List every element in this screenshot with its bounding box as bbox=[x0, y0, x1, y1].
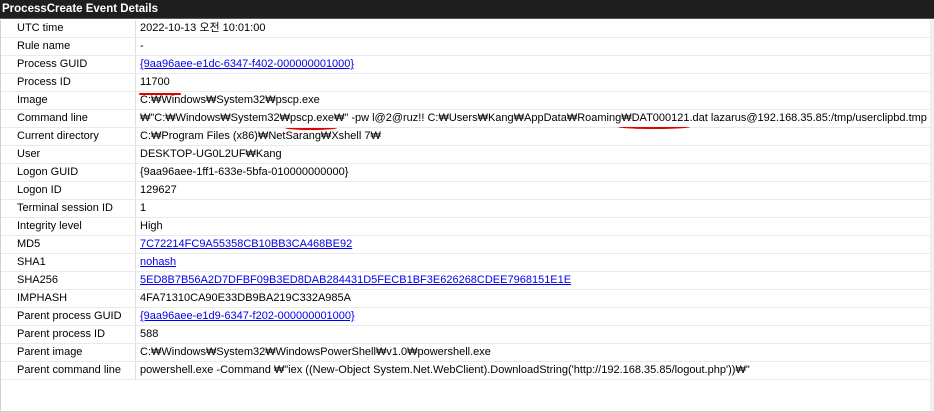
detail-key: Logon ID bbox=[17, 184, 62, 196]
detail-row: Process GUID {9aa96aee-e1dc-6347-f402-000… bbox=[1, 56, 934, 74]
detail-row: Integrity level High bbox=[1, 218, 934, 236]
detail-row: Parent image C:₩Windows₩System32₩WindowsP… bbox=[1, 344, 934, 362]
column-divider bbox=[135, 290, 136, 307]
details-table: UTC time 2022-10-13 오전 10:01:00 Rule name -… bbox=[0, 20, 934, 412]
column-divider bbox=[135, 272, 136, 289]
column-divider bbox=[135, 146, 136, 163]
detail-key: SHA256 bbox=[17, 274, 58, 286]
column-divider bbox=[135, 254, 136, 271]
detail-row: Parent process GUID {9aa96aee-e1d9-6347-f… bbox=[1, 308, 934, 326]
detail-row: MD5 7C72214FC9A55358CB10BB3CA468BE92 bbox=[1, 236, 934, 254]
detail-value: 4FA71310CA90E33DB9BA219C332A985A bbox=[140, 292, 351, 304]
detail-key: Logon GUID bbox=[17, 166, 79, 178]
detail-value: powershell.exe -Command ₩"iex ((New-Obje… bbox=[140, 364, 750, 376]
detail-row: User DESKTOP-UG0L2UF₩Kang bbox=[1, 146, 934, 164]
detail-row: Command line ₩"C:₩Windows₩System32₩pscp.e… bbox=[1, 110, 934, 128]
detail-key: Command line bbox=[17, 112, 88, 124]
detail-key: Process GUID bbox=[17, 58, 88, 70]
detail-value: {9aa96aee-1ff1-633e-5bfa-010000000000} bbox=[140, 166, 349, 178]
detail-key: Parent process GUID bbox=[17, 310, 122, 322]
column-divider bbox=[135, 74, 136, 91]
column-divider bbox=[135, 344, 136, 361]
detail-row: SHA1 nohash bbox=[1, 254, 934, 272]
column-divider bbox=[135, 182, 136, 199]
detail-key: Parent process ID bbox=[17, 328, 106, 340]
column-divider bbox=[135, 308, 136, 325]
detail-key: Current directory bbox=[17, 130, 99, 142]
detail-row: Logon ID 129627 bbox=[1, 182, 934, 200]
detail-value-link[interactable]: {9aa96aee-e1dc-6347-f402-000000001000} bbox=[140, 56, 354, 73]
detail-row: IMPHASH 4FA71310CA90E33DB9BA219C332A985A bbox=[1, 290, 934, 308]
column-divider bbox=[135, 128, 136, 145]
window-title: ProcessCreate Event Details bbox=[0, 0, 934, 19]
detail-value: 129627 bbox=[140, 184, 177, 196]
detail-row: Parent process ID 588 bbox=[1, 326, 934, 344]
detail-row: SHA256 5ED8B7B56A2D7DFBF09B3ED8DAB284431D… bbox=[1, 272, 934, 290]
detail-value-link[interactable]: 7C72214FC9A55358CB10BB3CA468BE92 bbox=[140, 236, 352, 253]
detail-value: ₩"C:₩Windows₩System32₩pscp.exe₩" -pw l@2… bbox=[140, 112, 927, 124]
detail-value: DESKTOP-UG0L2UF₩Kang bbox=[140, 148, 282, 160]
column-divider bbox=[135, 362, 136, 379]
detail-key: Image bbox=[17, 94, 48, 106]
detail-row: Parent command line powershell.exe -Comma… bbox=[1, 362, 934, 380]
detail-value-link[interactable]: 5ED8B7B56A2D7DFBF09B3ED8DAB284431D5FECB1… bbox=[140, 272, 571, 289]
detail-row: Current directory C:₩Program Files (x86)₩… bbox=[1, 128, 934, 146]
detail-key: Rule name bbox=[17, 40, 71, 52]
detail-key: Parent command line bbox=[17, 364, 121, 376]
detail-key: IMPHASH bbox=[17, 292, 68, 304]
vertical-scrollbar[interactable] bbox=[930, 20, 934, 412]
detail-value: C:₩Program Files (x86)₩NetSarang₩Xshell … bbox=[140, 130, 381, 142]
detail-value: 11700 bbox=[140, 76, 170, 88]
detail-row: Process ID 11700 bbox=[1, 74, 934, 92]
detail-value: High bbox=[140, 220, 163, 232]
column-divider bbox=[135, 218, 136, 235]
column-divider bbox=[135, 326, 136, 343]
detail-value: 588 bbox=[140, 328, 159, 340]
detail-row: Logon GUID {9aa96aee-1ff1-633e-5bfa-01000… bbox=[1, 164, 934, 182]
detail-key: UTC time bbox=[17, 22, 64, 34]
detail-key: Terminal session ID bbox=[17, 202, 113, 214]
detail-row: UTC time 2022-10-13 오전 10:01:00 bbox=[1, 20, 934, 38]
detail-row: Rule name - bbox=[1, 38, 934, 56]
detail-key: SHA1 bbox=[17, 256, 46, 268]
detail-value: - bbox=[140, 40, 144, 52]
column-divider bbox=[135, 38, 136, 55]
detail-key: Integrity level bbox=[17, 220, 82, 232]
detail-value: C:₩Windows₩System32₩WindowsPowerShell₩v1… bbox=[140, 346, 491, 358]
detail-key: Process ID bbox=[17, 76, 71, 88]
column-divider bbox=[135, 20, 136, 37]
detail-key: MD5 bbox=[17, 238, 41, 250]
column-divider bbox=[135, 164, 136, 181]
detail-value: 1 bbox=[140, 202, 147, 214]
detail-key: Parent image bbox=[17, 346, 83, 358]
column-divider bbox=[135, 236, 136, 253]
column-divider bbox=[135, 92, 136, 109]
detail-row: Terminal session ID 1 bbox=[1, 200, 934, 218]
column-divider bbox=[135, 56, 136, 73]
detail-value-link[interactable]: nohash bbox=[140, 254, 176, 271]
detail-value-link[interactable]: {9aa96aee-e1d9-6347-f202-000000001000} bbox=[140, 308, 355, 325]
detail-value: 2022-10-13 오전 10:01:00 bbox=[140, 22, 266, 34]
underline-process-id bbox=[139, 93, 181, 95]
column-divider bbox=[135, 200, 136, 217]
detail-key: User bbox=[17, 148, 41, 160]
column-divider bbox=[135, 110, 136, 127]
